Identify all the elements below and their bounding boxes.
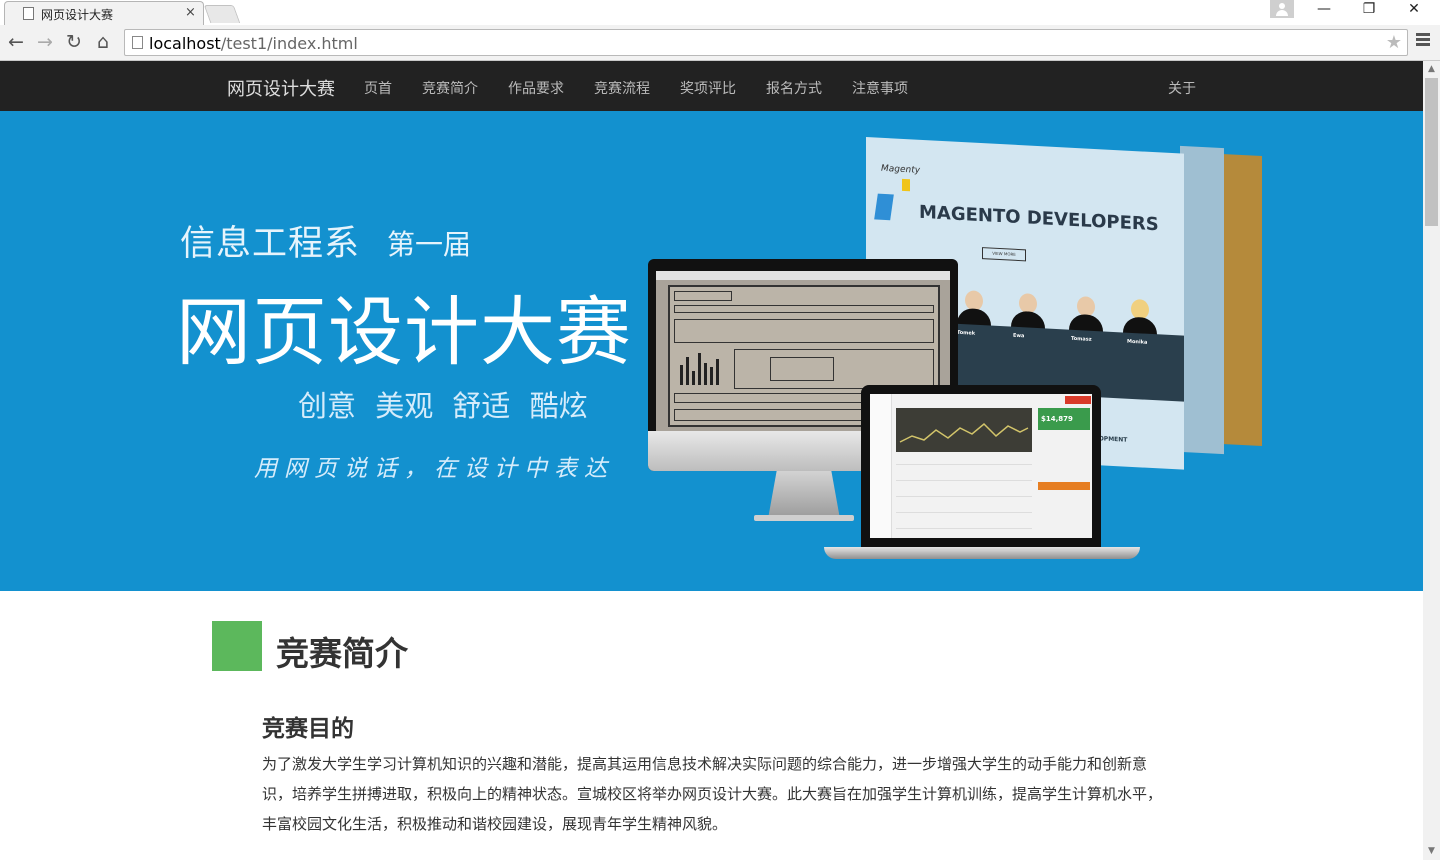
- laptop-base: [824, 547, 1140, 559]
- vertical-scrollbar[interactable]: ▲ ▼: [1423, 61, 1440, 860]
- purpose-heading: 竞赛目的: [262, 716, 354, 742]
- navbar-brand[interactable]: 网页设计大赛: [227, 75, 335, 101]
- sketch-box: [674, 305, 934, 313]
- dashboard-orange-bar: [1038, 482, 1090, 490]
- team-name: Tomasz: [1071, 335, 1092, 343]
- url-text[interactable]: localhost/test1/index.html: [149, 34, 358, 53]
- dashboard-line-chart: [896, 408, 1032, 452]
- url-host: localhost: [149, 34, 221, 53]
- bookmark-star-icon[interactable]: ★: [1386, 32, 1402, 53]
- nav-item-requirements[interactable]: 作品要求: [508, 78, 564, 98]
- browser-toolbar: ← → ↻ ⌂ localhost/test1/index.html ★: [0, 25, 1440, 61]
- hero-slogan: 用网页说话，在设计中表达: [254, 456, 614, 482]
- dashboard-row-line: [896, 512, 1032, 513]
- team-name: Monika: [1127, 338, 1148, 346]
- dashboard-row-line: [896, 528, 1032, 529]
- address-bar[interactable]: localhost/test1/index.html ★: [124, 29, 1408, 56]
- close-window-button[interactable]: ✕: [1392, 0, 1436, 20]
- scrollbar-thumb[interactable]: [1425, 78, 1438, 226]
- laptop-illustration: $14,879: [861, 385, 1101, 549]
- laptop-screen: $14,879: [870, 394, 1092, 538]
- home-icon[interactable]: ⌂: [91, 29, 115, 55]
- navbar-menu: 页首 竞赛简介 作品要求 竞赛流程 奖项评比 报名方式 注意事项: [364, 78, 938, 98]
- hero-edition: 第一届: [387, 228, 472, 261]
- forward-icon[interactable]: →: [33, 29, 57, 55]
- dashboard-row-line: [896, 496, 1032, 497]
- section-accent-square: [212, 621, 262, 671]
- monitor-base: [754, 515, 854, 521]
- mockup-logo: Magenty: [881, 163, 921, 176]
- new-tab-button[interactable]: [203, 5, 241, 23]
- team-name: Ewa: [1013, 332, 1025, 340]
- team-name: Tomek: [957, 329, 976, 337]
- url-path: /test1/index.html: [220, 34, 358, 53]
- nav-item-intro[interactable]: 竞赛简介: [422, 78, 478, 98]
- nav-item-awards[interactable]: 奖项评比: [680, 78, 736, 98]
- site-navbar: 网页设计大赛 页首 竞赛简介 作品要求 竞赛流程 奖项评比 报名方式 注意事项 …: [0, 61, 1423, 111]
- scroll-up-arrow-icon[interactable]: ▲: [1423, 61, 1440, 78]
- sketch-bar-chart: [676, 349, 728, 385]
- dashboard-amount: $14,879: [1038, 408, 1090, 430]
- restore-button[interactable]: ❐: [1347, 0, 1391, 20]
- shopping-bag-icon: [874, 193, 894, 221]
- hero-title: 网页设计大赛: [176, 288, 633, 376]
- sketch-box: [770, 357, 834, 381]
- dashboard-sidebar: [870, 394, 892, 538]
- page-viewport: 网页设计大赛 页首 竞赛简介 作品要求 竞赛流程 奖项评比 报名方式 注意事项 …: [0, 61, 1423, 860]
- title-bar: 网页设计大赛 × — ❐ ✕: [0, 0, 1440, 25]
- mockup-heading: MAGENTO DEVELOPERS: [919, 201, 1159, 236]
- sketch-box: [674, 291, 732, 301]
- monitor-stand: [768, 471, 840, 519]
- mockup-panel-back: [1222, 153, 1262, 447]
- hero-department: 信息工程系: [180, 224, 361, 264]
- mockup-button: VIEW MORE: [982, 247, 1026, 262]
- dashboard-red-button: [1065, 396, 1091, 404]
- hero-banner: 信息工程系 第一届 网页设计大赛 创意 美观 舒适 酷炫 用网页说话，在设计中表…: [0, 111, 1423, 591]
- nav-item-home[interactable]: 页首: [364, 78, 392, 98]
- mockup-panel-middle: [1180, 145, 1224, 455]
- browser-tab[interactable]: 网页设计大赛 ×: [4, 1, 204, 25]
- dashboard-row-line: [896, 464, 1032, 465]
- nav-item-about[interactable]: 关于: [1168, 78, 1196, 98]
- scroll-down-arrow-icon[interactable]: ▼: [1423, 843, 1440, 860]
- reload-icon[interactable]: ↻: [62, 29, 86, 55]
- nav-item-process[interactable]: 竞赛流程: [594, 78, 650, 98]
- page-icon: [132, 36, 143, 49]
- browser-menu-icon[interactable]: [1416, 33, 1430, 47]
- sketch-box: [674, 319, 934, 343]
- document-icon: [23, 7, 34, 20]
- nav-item-notes[interactable]: 注意事项: [852, 78, 908, 98]
- tab-title: 网页设计大赛: [41, 8, 114, 22]
- mockup-browser-bar: [656, 271, 950, 280]
- minimize-button[interactable]: —: [1302, 0, 1346, 20]
- section-title: 竞赛简介: [276, 634, 408, 673]
- dashboard-row-line: [896, 480, 1032, 481]
- hero-keywords: 创意 美观 舒适 酷炫: [298, 389, 588, 423]
- nav-item-registration[interactable]: 报名方式: [766, 78, 822, 98]
- tab-close-icon[interactable]: ×: [185, 5, 196, 20]
- purpose-paragraph: 为了激发大学生学习计算机知识的兴趣和潜能，提高其运用信息技术解决实际问题的综合能…: [262, 755, 1163, 833]
- user-profile-icon[interactable]: [1270, 0, 1294, 18]
- tag-icon: [902, 178, 910, 192]
- back-icon[interactable]: ←: [4, 29, 28, 55]
- sketch-box: [734, 349, 934, 389]
